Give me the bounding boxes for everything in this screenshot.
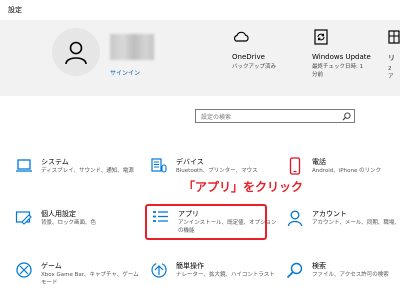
xbox-icon bbox=[16, 262, 32, 278]
annotation-click-apps: 「アプリ」をクリック bbox=[183, 180, 304, 194]
window-title: 設定 bbox=[8, 6, 22, 14]
devices-icon bbox=[151, 158, 167, 173]
windows-update-item[interactable]: Windows Update 最終チェック日時: 1 分前 bbox=[312, 28, 371, 79]
avatar[interactable] bbox=[52, 28, 100, 76]
search-icon bbox=[342, 112, 351, 121]
signin-link[interactable]: サインイン bbox=[110, 68, 140, 77]
search-placeholder: 設定の検索 bbox=[201, 114, 232, 121]
account-icon bbox=[287, 210, 303, 227]
phone-icon bbox=[289, 157, 301, 175]
title-bar: 設定 bbox=[0, 0, 400, 20]
search-icon bbox=[286, 262, 303, 279]
paint-icon bbox=[15, 211, 32, 225]
sync-icon bbox=[314, 29, 328, 45]
settings-header: サインイン OneDrive バックアップ済み Windows Update 最… bbox=[0, 20, 400, 96]
reward-icon bbox=[388, 30, 400, 44]
laptop-icon bbox=[16, 159, 32, 172]
person-icon bbox=[65, 41, 87, 65]
blurred-user-name bbox=[110, 34, 154, 60]
apps-highlight-box bbox=[145, 204, 267, 240]
search-input[interactable]: 設定の検索 bbox=[195, 109, 355, 123]
cloud-icon bbox=[233, 31, 249, 42]
rewards-item[interactable]: リ 2 ア bbox=[388, 28, 400, 81]
ease-of-access-icon bbox=[151, 262, 167, 278]
onedrive-item[interactable]: OneDrive バックアップ済み bbox=[232, 28, 276, 71]
